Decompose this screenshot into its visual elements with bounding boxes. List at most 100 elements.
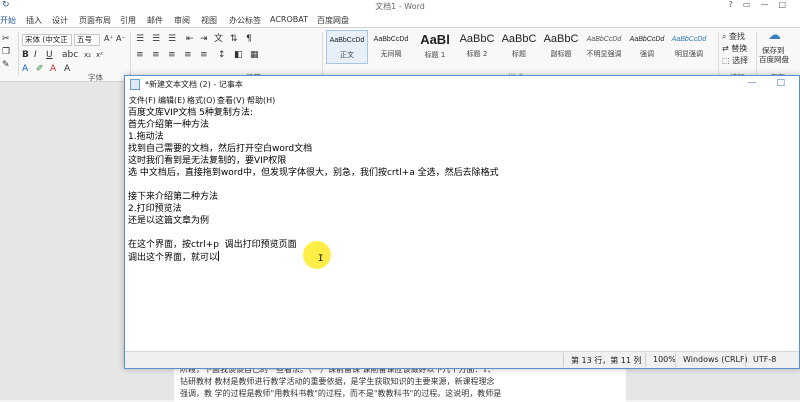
text-line-current: 调出这个界面，就可以 (128, 251, 797, 263)
style-title[interactable]: AaBbC 标题 (498, 30, 540, 64)
show-marks-icon[interactable]: ¶ (246, 34, 252, 44)
font-name-select[interactable]: 宋体 (中文正 (22, 34, 72, 46)
style-heading-2[interactable]: AaBbC 标题 2 (456, 30, 498, 64)
underline-icon[interactable]: U (46, 50, 53, 60)
highlight-icon[interactable]: ✐ (36, 64, 44, 74)
numbering-icon[interactable]: ☰ (152, 34, 160, 44)
line-ending: Windows (CRLF) (683, 355, 748, 364)
menu-help[interactable]: 帮助(H) (247, 95, 275, 106)
text-effects-icon[interactable]: A (22, 64, 28, 74)
maximize-icon[interactable]: □ (776, 78, 785, 88)
notepad-window: *新建文本文档 (2) - 记事本 — □ 文件(F) 编辑(E) 格式(O) 查… (124, 75, 800, 369)
sort-icon[interactable]: ⇅ (230, 34, 238, 44)
cursor-position: 第 13 行，第 11 列 (571, 356, 642, 365)
style-no-spacing[interactable]: AaBbCcDd 无间隔 (370, 30, 412, 64)
text-line: 选 中文档后，直接拖到word中，但发现字体很大，别急，我们按crtl+a 全选… (128, 168, 499, 178)
notepad-window-buttons: — □ (727, 78, 785, 88)
notepad-titlebar[interactable]: *新建文本文档 (2) - 记事本 — □ (125, 76, 799, 93)
menu-view[interactable]: 查看(V) (217, 95, 245, 106)
chinese-layout-icon[interactable]: 文 (214, 34, 223, 44)
tab-layout[interactable]: 页面布局 (79, 15, 111, 26)
help-button[interactable]: ? (729, 0, 743, 9)
document-line: 强调，教 学的过程是教师"用教科书教"的过程，而不是"教教科书"的过程。这说明，… (180, 389, 502, 398)
font-color-icon[interactable]: A (50, 64, 56, 74)
style-intense-emphasis[interactable]: AaBbCcDd 明显强调 (668, 30, 710, 64)
text-line: 还是以这篇文章为例 (128, 216, 210, 226)
baidu-cloud-icon[interactable]: ☁ (768, 29, 781, 42)
italic-icon[interactable]: I (34, 50, 37, 60)
align-left-icon[interactable]: ≡ (136, 50, 144, 60)
style-subtitle[interactable]: AaBbC 副标题 (540, 30, 582, 64)
style-subtle-emphasis[interactable]: AaBbCcDd 不明显强调 (582, 30, 626, 64)
minimize-icon[interactable]: — (747, 78, 756, 88)
decrease-indent-icon[interactable]: ⇤ (186, 34, 194, 44)
grow-font-icon[interactable]: A⁺ (104, 34, 114, 44)
align-center-icon[interactable]: ≡ (152, 50, 160, 60)
menu-file[interactable]: 文件(F) (129, 95, 156, 106)
tab-review[interactable]: 审阅 (174, 15, 190, 26)
tab-baidu-netdisk[interactable]: 百度网盘 (317, 15, 349, 26)
ribbon-tabs: 开始 插入 设计 页面布局 引用 邮件 审阅 视图 办公标签 ACROBAT 百… (0, 12, 800, 28)
tab-references[interactable]: 引用 (120, 15, 136, 26)
bold-icon[interactable]: B (22, 50, 29, 60)
zoom-level: 100% (653, 355, 676, 364)
tab-design[interactable]: 设计 (52, 15, 68, 26)
shrink-font-icon[interactable]: A⁻ (116, 34, 126, 44)
word-titlebar: ↻ 文档1 - Word ?▭—□ (0, 0, 800, 12)
ribbon: ✂ ❐ ✎ 宋体 (中文正 五号 A⁺ A⁻ B I U abc x₂ x² A… (0, 28, 800, 82)
menu-edit[interactable]: 编辑(E) (158, 95, 185, 106)
text-line: 百度文库VIP文档 5种复制方法: (128, 108, 253, 118)
menu-format[interactable]: 格式(O) (187, 95, 216, 106)
font-size-select[interactable]: 五号 (74, 34, 100, 46)
distributed-icon[interactable]: ≡ (200, 50, 208, 60)
replace-button[interactable]: ⇄ 替换 (722, 44, 747, 54)
text-line (128, 179, 797, 191)
mouse-highlight (303, 241, 331, 269)
increase-indent-icon[interactable]: ⇥ (200, 34, 208, 44)
notepad-icon (130, 79, 140, 90)
document-line: 钻研教材 教材是教师进行教学活动的重要依据，是学生获取知识的主要来源，新课程理念 (180, 377, 495, 386)
word-window-buttons[interactable]: ?▭—□ (729, 0, 796, 9)
text-line: 接下来介绍第二种方法 (128, 192, 219, 202)
format-painter-icon[interactable]: ✎ (2, 60, 10, 70)
baidu-netdisk-label[interactable]: 百度网盘 (759, 55, 789, 65)
line-spacing-icon[interactable]: ↕ (218, 50, 226, 60)
char-shading-icon[interactable]: A (64, 64, 70, 74)
text-line: 这时我们看到是无法复制的，要VIP权限 (128, 156, 287, 166)
ribbon-display-button[interactable]: ▭ (743, 0, 761, 9)
style-emphasis[interactable]: AaBbCcDd 强调 (626, 30, 668, 64)
tab-view[interactable]: 视图 (201, 15, 217, 26)
minimize-button[interactable]: — (760, 0, 778, 9)
notepad-menubar: 文件(F) 编辑(E) 格式(O) 查看(V) 帮助(H) (125, 93, 799, 107)
multilevel-list-icon[interactable]: ☰ (168, 34, 176, 44)
tab-insert[interactable]: 插入 (26, 15, 42, 26)
superscript-icon[interactable]: x² (96, 50, 103, 60)
style-heading-1[interactable]: AaBl 标题 1 (414, 30, 456, 64)
text-line: 调出这个界面，就可以 (128, 253, 219, 263)
copy-icon[interactable]: ❐ (2, 47, 10, 57)
align-right-icon[interactable]: ≡ (168, 50, 176, 60)
text-caret (218, 251, 220, 261)
cut-icon[interactable]: ✂ (2, 34, 10, 44)
text-line: 首先介绍第一种方法 (128, 120, 210, 130)
select-button[interactable]: ⬚ 选择 (722, 56, 748, 66)
tab-office-tab[interactable]: 办公标签 (229, 15, 261, 26)
styles-gallery: AaBbCcDd 正文 AaBbCcDd 无间隔 AaBl 标题 1 AaBbC… (326, 30, 711, 68)
notepad-text-area[interactable]: 百度文库VIP文档 5种复制方法: 首先介绍第一种方法 1.拖动法 找到自己需要… (127, 107, 797, 351)
tab-acrobat[interactable]: ACROBAT (270, 15, 308, 24)
borders-icon[interactable]: ▦ (250, 50, 259, 60)
text-line: 找到自己需要的文档，然后打开空白word文档 (128, 144, 313, 154)
find-button[interactable]: ⌕ 查找 (722, 32, 745, 42)
maximize-button[interactable]: □ (778, 0, 796, 9)
tab-mailings[interactable]: 邮件 (147, 15, 163, 26)
strikethrough-icon[interactable]: abc (62, 50, 78, 60)
shading-icon[interactable]: ◧ (234, 50, 243, 60)
ibeam-cursor-icon: I (318, 254, 324, 264)
tab-home[interactable]: 开始 (0, 15, 16, 26)
style-normal[interactable]: AaBbCcDd 正文 (326, 30, 368, 64)
bullets-icon[interactable]: ☰ (136, 34, 144, 44)
text-line: 在这个界面，按ctrl+p 调出打印预览页面 (128, 240, 297, 250)
justify-icon[interactable]: ≡ (184, 50, 192, 60)
subscript-icon[interactable]: x₂ (84, 50, 91, 60)
text-line (128, 227, 797, 239)
